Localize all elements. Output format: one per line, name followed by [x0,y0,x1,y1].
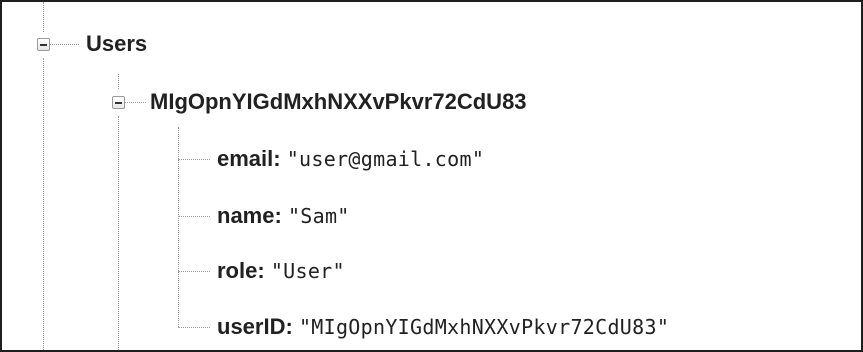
field-separator: : [274,203,282,228]
field-value: "user@gmail.com" [286,147,485,171]
field-row-userid[interactable]: userID: "MIgOpnYIGdMxhNXXvPkvr72CdU83" [217,307,669,347]
tree-connector [118,116,119,350]
field-value: "User" [270,259,345,283]
tree-node-user[interactable]: MIgOpnYIGdMxhNXXvPkvr72CdU83 [150,82,527,122]
tree-connector [124,102,146,103]
field-value: "Sam" [287,204,350,228]
tree-connector [118,74,119,89]
tree-node-users[interactable]: Users [86,24,147,64]
field-key: userID [217,314,286,339]
tree-connector [178,127,179,327]
field-key: role [217,258,258,283]
tree-connector [178,271,210,272]
tree-connector [43,58,44,350]
field-separator: : [273,146,281,171]
field-row-email[interactable]: email: "user@gmail.com" [217,139,484,179]
collapse-toggle-icon[interactable] [112,96,125,109]
node-label: MIgOpnYIGdMxhNXXvPkvr72CdU83 [150,89,527,114]
field-key: email [217,146,274,171]
field-row-role[interactable]: role: "User" [217,251,345,291]
field-value: "MIgOpnYIGdMxhNXXvPkvr72CdU83" [298,315,670,339]
collapse-toggle-icon[interactable] [37,38,50,51]
tree-connector [49,44,79,45]
tree-connector [43,2,44,32]
tree-connector [178,216,210,217]
tree-connector [178,159,210,160]
database-tree-panel: Users MIgOpnYIGdMxhNXXvPkvr72CdU83 email… [0,0,863,352]
field-row-name[interactable]: name: "Sam" [217,196,350,236]
field-separator: : [257,258,265,283]
tree-connector [178,327,210,328]
node-label: Users [86,31,148,56]
field-separator: : [285,314,293,339]
field-key: name [217,203,275,228]
